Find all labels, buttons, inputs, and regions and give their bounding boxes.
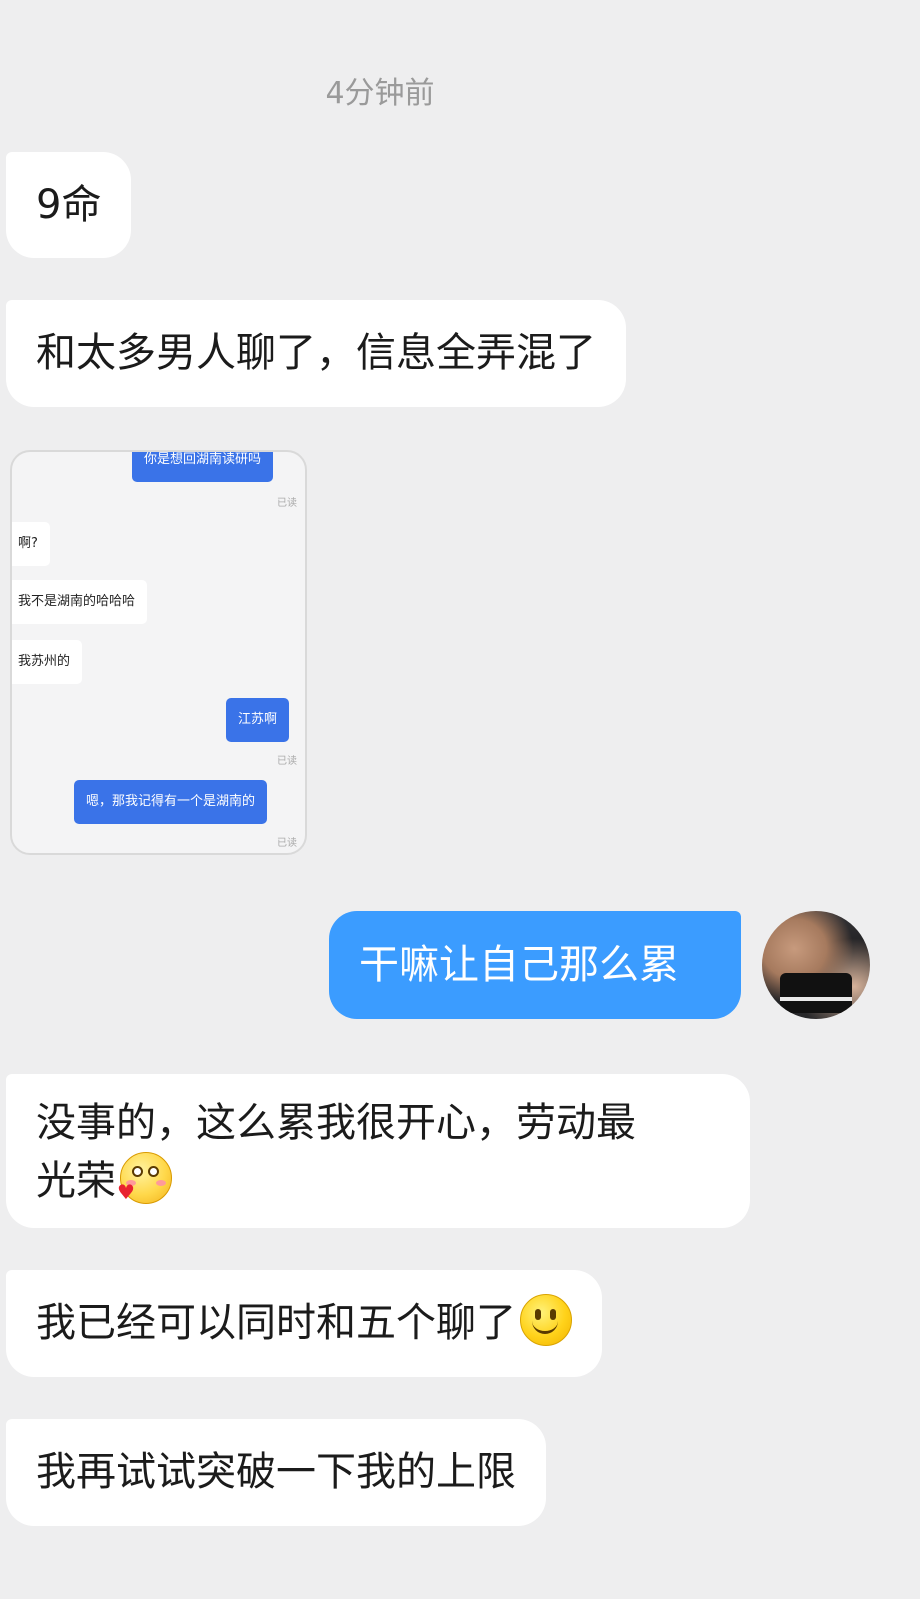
message-text-line: 光荣 ♥ <box>36 1152 720 1210</box>
message-bubble-incoming[interactable]: 没事的，这么累我很开心，劳动最 光荣 ♥ <box>6 1074 750 1228</box>
smile-icon <box>520 1294 572 1346</box>
message-text: 和太多男人聊了，信息全弄混了 <box>36 330 596 376</box>
message-text: 9命 <box>36 182 102 228</box>
screenshot-message-incoming: 我苏州的 <box>12 640 83 684</box>
message-text: 我已经可以同时和五个聊了 <box>36 1300 516 1346</box>
message-text: 干嘛让自己那么累 <box>359 942 679 988</box>
screenshot-message-incoming: 啊? <box>12 522 50 566</box>
message-bubble-incoming[interactable]: 和太多男人聊了，信息全弄混了 <box>6 300 626 407</box>
message-text-line: 没事的，这么累我很开心，劳动最 <box>36 1100 636 1146</box>
message-text: 我再试试突破一下我的上限 <box>36 1449 516 1495</box>
screenshot-read-receipt: 已读 <box>277 838 297 849</box>
avatar-photo-detail <box>780 997 852 1001</box>
avatar[interactable] <box>762 911 870 1019</box>
message-bubble-incoming[interactable]: 我已经可以同时和五个聊了 <box>6 1270 602 1377</box>
screenshot-message-outgoing: 嗯，那我记得有一个是湖南的 <box>74 780 268 824</box>
message-timestamp: 4分钟前 <box>325 76 435 111</box>
message-text: 光荣 <box>36 1158 116 1204</box>
screenshot-read-receipt: 已读 <box>277 498 297 509</box>
screenshot-message-incoming: 我不是湖南的哈哈哈 <box>12 580 148 624</box>
avatar-photo-detail <box>780 973 852 1013</box>
shy-blushing-heart-icon: ♥ <box>117 1152 172 1204</box>
screenshot-message-outgoing: 江苏啊 <box>226 698 290 742</box>
screenshot-read-receipt: 已读 <box>277 756 297 767</box>
message-bubble-incoming[interactable]: 我再试试突破一下我的上限 <box>6 1419 546 1526</box>
message-bubble-incoming[interactable]: 9命 <box>6 152 132 258</box>
shared-screenshot-image[interactable]: 你是想回湖南读研吗 已读 啊? 我不是湖南的哈哈哈 我苏州的 江苏啊 已读 嗯，… <box>10 450 307 855</box>
screenshot-message-outgoing: 你是想回湖南读研吗 <box>132 452 274 482</box>
message-bubble-outgoing[interactable]: 干嘛让自己那么累 <box>329 911 741 1019</box>
